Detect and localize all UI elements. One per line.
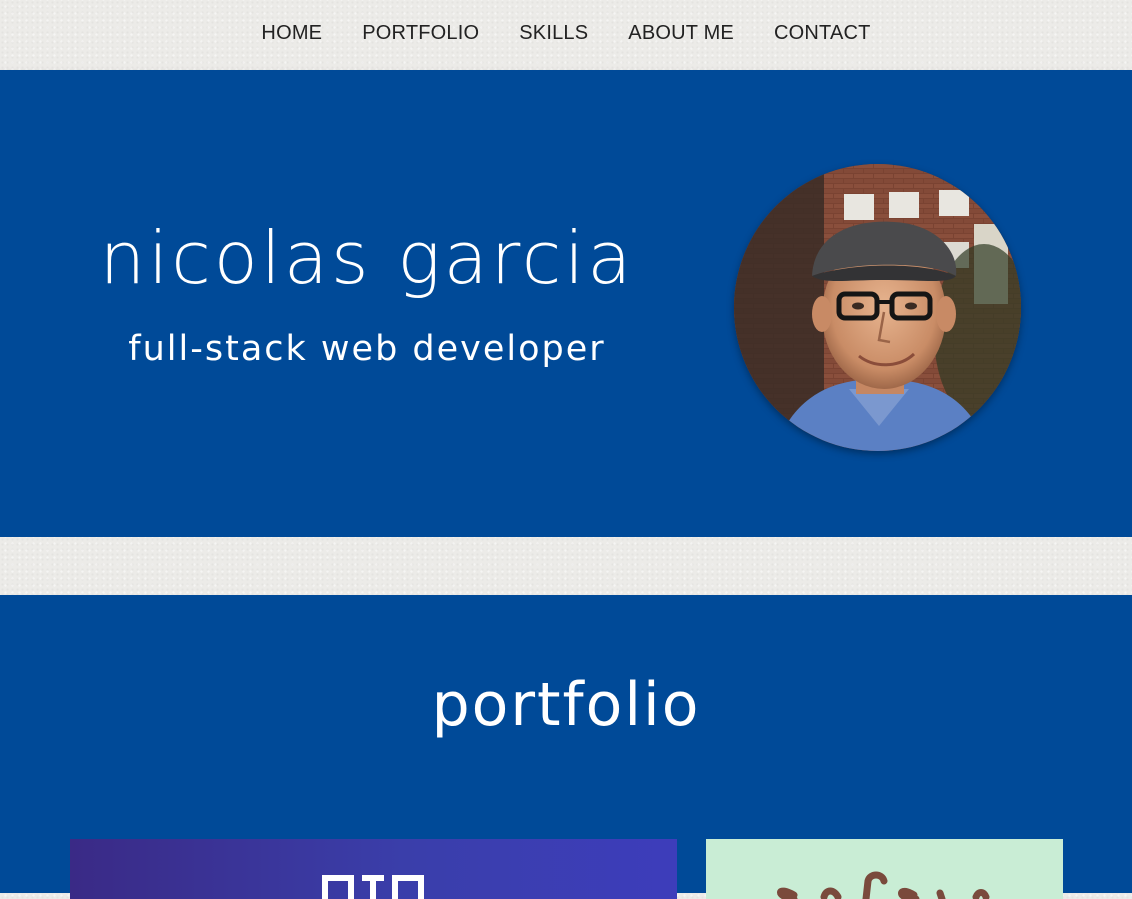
hero-name: nicolas garcia [99,216,635,300]
avatar [734,164,1021,451]
hero-subtitle: full-stack web developer [128,329,606,369]
portfolio-title: portfolio [431,670,701,740]
section-divider [0,537,1132,595]
project-logo-icon [322,875,424,899]
profile-photo-icon [734,164,1021,451]
main-nav: HOME PORTFOLIO SKILLS ABOUT ME CONTACT [0,0,1132,70]
portfolio-section: portfolio [0,595,1132,899]
nav-home[interactable]: HOME [261,22,322,49]
nav-skills[interactable]: SKILLS [519,22,588,49]
portfolio-card-1[interactable] [70,839,677,899]
hero-section: nicolas garcia full-stack web developer [0,70,1132,537]
nav-portfolio[interactable]: PORTFOLIO [362,22,479,49]
nav-contact[interactable]: CONTACT [774,22,871,49]
portfolio-card-2[interactable] [706,839,1063,899]
project-logo-icon [777,871,990,899]
nav-about-me[interactable]: ABOUT ME [628,22,734,49]
